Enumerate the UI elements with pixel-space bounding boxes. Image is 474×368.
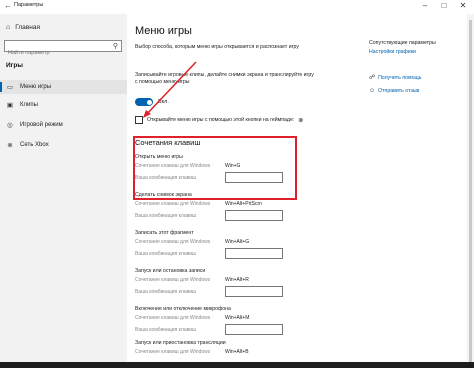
shortcut-custom-row: Ваша комбинация клавиш xyxy=(135,286,315,297)
title-bar: ← Параметры – □ ✕ xyxy=(0,0,474,14)
windows-shortcut-label: Сочетание клавиш для Windows xyxy=(135,201,211,207)
help-icon: ☍ xyxy=(369,75,376,81)
checkbox-label: Открывайте меню игры с помощью этой кноп… xyxy=(147,117,295,123)
shortcut-name: Запуск или остановка записи xyxy=(135,268,206,274)
clips-icon: ▣ xyxy=(6,102,14,109)
windows-shortcut-value: Win+Alt+R xyxy=(225,277,249,283)
windows-shortcut-value: Win+Alt+PrtScrn xyxy=(225,201,262,207)
help-link[interactable]: Получить помощь xyxy=(378,75,421,81)
sidebar-item-game-menu[interactable]: ▭ Меню игры xyxy=(0,80,127,94)
close-icon[interactable]: ✕ xyxy=(456,1,470,10)
record-toggle-row: Вкл. xyxy=(135,98,169,106)
feedback-link[interactable]: Отправить отзыв xyxy=(378,88,419,94)
search-icon[interactable]: ⚲ xyxy=(113,42,118,50)
shortcut-windows-row: Сочетание клавиш для Windows Win+Alt+R xyxy=(135,277,315,283)
window-title: Параметры xyxy=(14,2,44,8)
custom-shortcut-input[interactable] xyxy=(225,210,283,221)
xbox-network-icon: ⊗ xyxy=(7,142,13,149)
feedback-link-row[interactable]: ☺ Отправить отзыв xyxy=(369,88,419,94)
feedback-icon: ☺ xyxy=(369,88,376,94)
shortcut-name: Запуск или приостановка трансляции xyxy=(135,340,226,346)
sidebar-item-clips[interactable]: ▣ Клипы xyxy=(0,98,127,112)
shortcut-name: Записать этот фрагмент xyxy=(135,230,194,236)
windows-shortcut-label: Сочетание клавиш для Windows xyxy=(135,349,211,355)
shortcut-custom-row: Ваша комбинация клавиш xyxy=(135,210,315,221)
custom-shortcut-input[interactable] xyxy=(225,286,283,297)
related-settings: Сопутствующие параметры Настройки график… xyxy=(369,40,469,55)
nav-home-label: Главная xyxy=(15,24,40,31)
sidebar-section-title: Игры xyxy=(6,62,23,69)
windows-shortcut-value: Win+Alt+M xyxy=(225,315,250,321)
sidebar-item-game-mode[interactable]: ◎ Игровой режим xyxy=(0,118,127,132)
shortcut-windows-row: Сочетание клавиш для Windows Win+Alt+Prt… xyxy=(135,201,315,207)
shortcut-windows-row: Сочетание клавиш для Windows Win+Alt+M xyxy=(135,315,315,321)
graphics-settings-link[interactable]: Настройки графики xyxy=(369,49,469,55)
shortcut-block: Записать этот фрагмент Сочетание клавиш … xyxy=(135,230,315,259)
gamepad-checkbox-row: Открывайте меню игры с помощью этой кноп… xyxy=(135,116,303,124)
windows-shortcut-label: Сочетание клавиш для Windows xyxy=(135,315,211,321)
maximize-icon[interactable]: □ xyxy=(437,1,451,10)
search-input[interactable] xyxy=(5,48,105,58)
related-settings-title: Сопутствующие параметры xyxy=(369,40,436,46)
search-box[interactable]: ⚲ xyxy=(4,40,122,58)
custom-shortcut-input[interactable] xyxy=(225,324,283,335)
custom-shortcut-input[interactable] xyxy=(225,248,283,259)
shortcut-block: Запуск или приостановка трансляции Сочет… xyxy=(135,340,315,355)
home-icon: ⌂ xyxy=(6,24,11,31)
windows-shortcut-value: Win+Alt+B xyxy=(225,349,249,355)
shortcut-name: Включение или отключение микрофона xyxy=(135,306,231,312)
record-description: Записывайте игровые клипы, делайте снимк… xyxy=(135,72,314,86)
custom-shortcut-label: Ваша комбинация клавиш xyxy=(135,288,197,295)
shortcut-windows-row: Сочетание клавиш для Windows Win+Alt+B xyxy=(135,349,315,355)
windows-shortcut-value: Win+Alt+G xyxy=(225,239,250,245)
sidebar-item-label: Клипы xyxy=(20,102,38,108)
game-mode-icon: ◎ xyxy=(7,122,13,129)
page-description: Выбор способа, которым меню игры открыва… xyxy=(135,44,299,50)
sidebar: ⌂ Главная ⚲ Игры ▭ Меню игры ▣ Клипы ◎ И… xyxy=(0,14,127,368)
shortcut-windows-row: Сочетание клавиш для Windows Win+Alt+G xyxy=(135,239,315,245)
help-link-row[interactable]: ☍ Получить помощь xyxy=(369,74,421,82)
sidebar-item-label: Меню игры xyxy=(20,84,52,90)
scrollbar-thumb[interactable] xyxy=(469,20,472,368)
custom-shortcut-label: Ваша комбинация клавиш xyxy=(135,326,197,333)
shortcut-block: Включение или отключение микрофона Сочет… xyxy=(135,306,315,335)
custom-shortcut-label: Ваша комбинация клавиш xyxy=(135,250,197,257)
xbox-logo-icon: ⊗ xyxy=(298,117,304,124)
sidebar-item-label: Игровой режим xyxy=(20,122,63,128)
sidebar-item-label: Сеть Xbox xyxy=(20,142,49,148)
scrollbar[interactable] xyxy=(467,14,474,368)
shortcut-custom-row: Ваша комбинация клавиш xyxy=(135,324,315,335)
game-menu-icon: ▭ xyxy=(6,84,14,91)
windows-shortcut-label: Сочетание клавиш для Windows xyxy=(135,239,211,245)
back-arrow-icon[interactable]: ← xyxy=(4,1,12,10)
shortcut-block: Запуск или остановка записи Сочетание кл… xyxy=(135,268,315,297)
record-toggle[interactable] xyxy=(135,98,153,106)
page-title: Меню игры xyxy=(135,25,192,37)
custom-shortcut-label: Ваша комбинация клавиш xyxy=(135,212,197,219)
minimize-icon[interactable]: – xyxy=(418,1,432,10)
nav-home[interactable]: ⌂ Главная xyxy=(6,24,40,31)
taskbar-strip xyxy=(0,362,474,368)
shortcuts-highlight-box xyxy=(133,136,297,200)
gamepad-checkbox[interactable] xyxy=(135,116,143,124)
shortcut-custom-row: Ваша комбинация клавиш xyxy=(135,248,315,259)
toggle-label: Вкл. xyxy=(158,99,169,105)
sidebar-item-xbox-network[interactable]: ⊗ Сеть Xbox xyxy=(0,138,127,152)
windows-shortcut-label: Сочетание клавиш для Windows xyxy=(135,277,211,283)
